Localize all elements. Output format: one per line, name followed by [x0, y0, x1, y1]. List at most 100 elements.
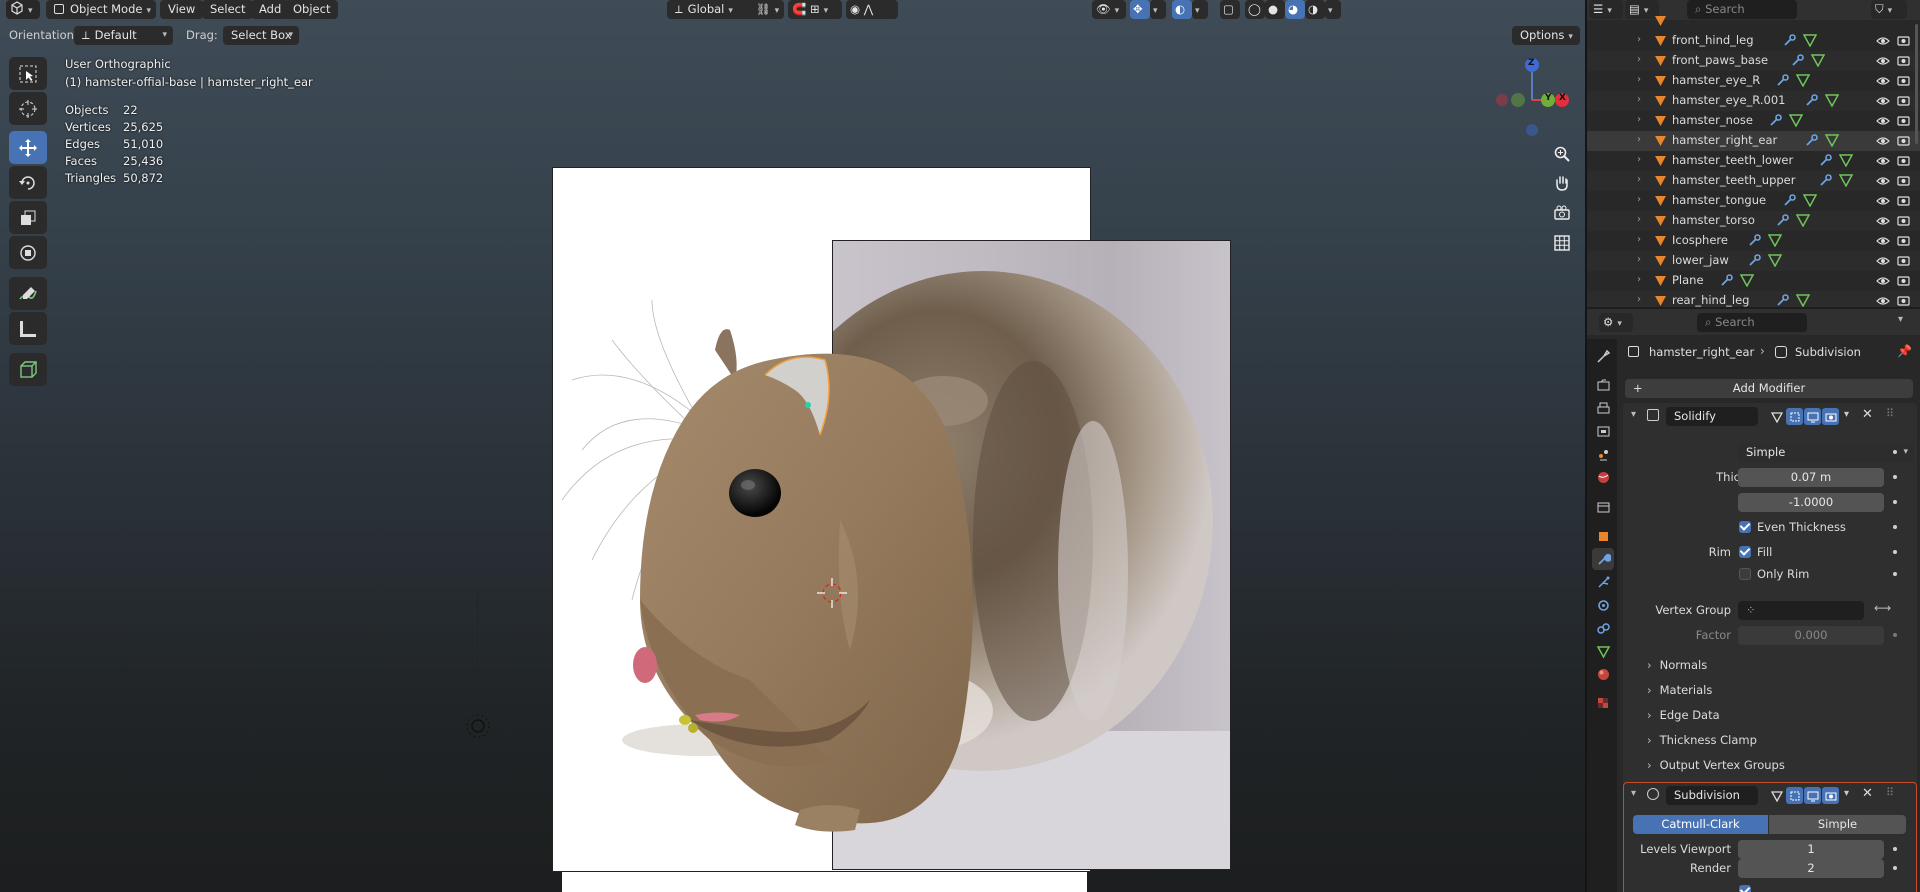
- wrench-icon[interactable]: [1776, 213, 1790, 227]
- mesh-data-icon[interactable]: [1838, 153, 1853, 167]
- light-object[interactable]: [462, 710, 494, 742]
- realtime-toggle[interactable]: [1804, 408, 1821, 425]
- tool-cursor[interactable]: [9, 92, 47, 125]
- expand-arrow-icon[interactable]: ›: [1637, 254, 1641, 265]
- render-camera-icon[interactable]: [1897, 194, 1910, 207]
- section-output-vertex-groups[interactable]: › Output Vertex Groups: [1647, 758, 1785, 772]
- invert-icon[interactable]: ⟷: [1874, 601, 1891, 615]
- tool-move[interactable]: [9, 131, 47, 164]
- render-camera-icon[interactable]: [1897, 254, 1910, 267]
- editmode-cage-toggle[interactable]: [1786, 408, 1803, 425]
- eye-icon[interactable]: [1876, 74, 1890, 88]
- render-camera-icon[interactable]: [1897, 74, 1910, 87]
- render-camera-icon[interactable]: [1897, 294, 1910, 307]
- tool-select-box[interactable]: [9, 57, 47, 90]
- chevron-down-icon[interactable]: ▾: [1898, 314, 1903, 325]
- hamster-model[interactable]: [630, 320, 1010, 840]
- snap-button[interactable]: 🧲 ⊞ ▾: [788, 0, 842, 19]
- wrench-icon[interactable]: [1819, 173, 1833, 187]
- tab-world[interactable]: [1592, 466, 1614, 488]
- outliner-row[interactable]: › front_paws_base: [1587, 51, 1920, 71]
- mode-dropdown[interactable]: Object Mode ▾: [46, 0, 156, 19]
- outliner-row[interactable]: › Icosphere: [1587, 231, 1920, 251]
- tool-scale[interactable]: [9, 201, 47, 234]
- wrench-icon[interactable]: [1769, 113, 1783, 127]
- menu-object[interactable]: Object: [285, 0, 339, 19]
- tab-physics[interactable]: [1592, 594, 1614, 616]
- wrench-icon[interactable]: [1805, 93, 1819, 107]
- xray-toggle[interactable]: ▢: [1220, 0, 1240, 19]
- section-edge-data[interactable]: › Edge Data: [1647, 708, 1720, 722]
- render-levels-field[interactable]: 2: [1738, 859, 1884, 878]
- shading-solid[interactable]: ●: [1265, 0, 1285, 19]
- catmull-clark-tab[interactable]: Catmull-Clark: [1633, 815, 1768, 834]
- mesh-data-icon[interactable]: [1789, 113, 1804, 127]
- eye-icon[interactable]: [1876, 254, 1890, 268]
- wrench-icon[interactable]: [1783, 33, 1797, 47]
- tab-view-layer[interactable]: [1592, 420, 1614, 442]
- section-normals[interactable]: › Normals: [1647, 658, 1707, 672]
- drag-dropdown[interactable]: Select Box ▾: [223, 26, 299, 45]
- tab-collection[interactable]: [1592, 496, 1614, 518]
- properties-search-input[interactable]: ⌕ Search: [1697, 313, 1807, 332]
- eye-icon[interactable]: [1876, 234, 1890, 248]
- collapse-chevron-icon[interactable]: ▾: [1631, 409, 1636, 420]
- expand-arrow-icon[interactable]: ›: [1637, 134, 1641, 145]
- mode-dropdown[interactable]: Simple ▾: [1738, 443, 1914, 462]
- close-icon[interactable]: ✕: [1862, 786, 1873, 801]
- menu-view[interactable]: View: [160, 0, 204, 19]
- outliner-row[interactable]: › front_hind_leg: [1587, 31, 1920, 51]
- pin-icon[interactable]: 📌: [1897, 344, 1912, 358]
- overlays-toggle[interactable]: ◐: [1172, 0, 1192, 19]
- wrench-icon[interactable]: [1805, 133, 1819, 147]
- edit-mode-toggle[interactable]: [1768, 787, 1785, 804]
- zoom-button[interactable]: [1549, 141, 1575, 167]
- orientation-dropdown[interactable]: ⟂ Default ▾: [74, 26, 173, 45]
- tab-scene[interactable]: [1592, 443, 1614, 465]
- outliner-row[interactable]: › hamster_teeth_upper: [1587, 171, 1920, 191]
- vertex-group-field[interactable]: ⁘: [1738, 601, 1864, 620]
- keyframe-dot[interactable]: [1893, 525, 1897, 529]
- mesh-data-icon[interactable]: [1803, 33, 1818, 47]
- keyframe-dot[interactable]: [1893, 866, 1897, 870]
- tool-annotate[interactable]: [9, 277, 47, 310]
- eye-icon[interactable]: [1876, 94, 1890, 108]
- eye-icon[interactable]: [1876, 214, 1890, 228]
- render-camera-icon[interactable]: [1897, 94, 1910, 107]
- outliner-row[interactable]: › hamster_eye_R: [1587, 71, 1920, 91]
- ortho-toggle-button[interactable]: [1549, 230, 1575, 256]
- expand-arrow-icon[interactable]: ›: [1637, 54, 1641, 65]
- render-camera-icon[interactable]: [1897, 54, 1910, 67]
- visibility-button[interactable]: 👁 ▾: [1092, 0, 1126, 19]
- outliner-scrollbar[interactable]: [1915, 24, 1918, 144]
- fill-checkbox[interactable]: [1739, 546, 1751, 558]
- tab-object[interactable]: [1592, 525, 1614, 547]
- offset-field[interactable]: -1.0000: [1738, 493, 1884, 512]
- solidify-name-field[interactable]: Solidify: [1666, 407, 1758, 426]
- keyframe-dot[interactable]: [1893, 475, 1897, 479]
- wrench-icon[interactable]: [1776, 73, 1790, 87]
- outliner-row[interactable]: › hamster_teeth_lower: [1587, 151, 1920, 171]
- render-camera-icon[interactable]: [1897, 114, 1910, 127]
- eye-icon[interactable]: [1876, 174, 1890, 188]
- options-dropdown[interactable]: Options ▾: [1512, 26, 1580, 45]
- editor-type-button[interactable]: ▾: [6, 0, 40, 19]
- eye-icon[interactable]: [1876, 154, 1890, 168]
- expand-arrow-icon[interactable]: ›: [1637, 294, 1641, 305]
- outliner-row[interactable]: › lower_jaw: [1587, 251, 1920, 271]
- outliner-row[interactable]: › hamster_nose: [1587, 111, 1920, 131]
- tab-data[interactable]: [1592, 640, 1614, 662]
- eye-icon[interactable]: [1876, 194, 1890, 208]
- outliner-row[interactable]: › hamster_right_ear: [1587, 131, 1920, 151]
- outliner-row[interactable]: › hamster_tongue: [1587, 191, 1920, 211]
- expand-arrow-icon[interactable]: ›: [1637, 114, 1641, 125]
- wrench-icon[interactable]: [1791, 53, 1805, 67]
- tool-transform[interactable]: [9, 236, 47, 269]
- close-icon[interactable]: ✕: [1862, 407, 1873, 422]
- tab-material[interactable]: [1592, 663, 1614, 685]
- expand-arrow-icon[interactable]: ›: [1637, 234, 1641, 245]
- expand-arrow-icon[interactable]: ›: [1637, 74, 1641, 85]
- tab-texture[interactable]: [1592, 692, 1614, 714]
- menu-add[interactable]: Add: [251, 0, 290, 19]
- gizmo-dropdown[interactable]: ▾: [1150, 0, 1166, 19]
